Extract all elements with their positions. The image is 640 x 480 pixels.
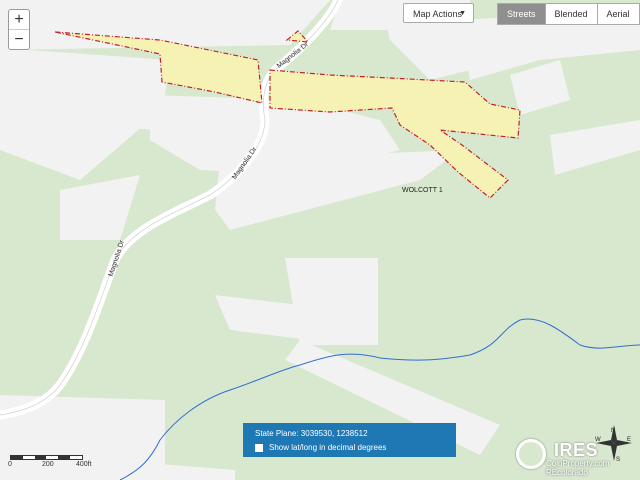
basemap-aerial-button[interactable]: Aerial xyxy=(596,4,639,24)
parcel-label: WOLCOTT 1 xyxy=(402,187,443,194)
ires-logo-icon xyxy=(516,439,546,469)
clearings xyxy=(0,0,640,480)
compass-w: W xyxy=(595,437,601,443)
map-actions-dropdown[interactable]: Map Actions ▼ xyxy=(403,3,474,23)
zoom-in-button[interactable]: + xyxy=(9,10,29,29)
scale-label: 0 xyxy=(8,461,12,468)
compass-n: N xyxy=(611,428,615,434)
compass-e: E xyxy=(627,437,631,443)
coordinates-panel: State Plane: 3039530, 1238512 Show lat/l… xyxy=(243,423,456,457)
latlong-checkbox[interactable] xyxy=(255,443,263,452)
basemap-switcher: Streets Blended Aerial xyxy=(497,3,640,25)
scale-label: 400ft xyxy=(76,461,92,468)
basemap-layer xyxy=(0,0,640,480)
latlong-toggle-label: Show lat/long in decimal degrees xyxy=(269,443,387,452)
zoom-out-button[interactable]: − xyxy=(9,29,29,49)
watermark-line2: REcolorado xyxy=(546,468,588,477)
chevron-down-icon: ▼ xyxy=(459,10,466,17)
map-canvas[interactable]: + − Map Actions ▼ Streets Blended Aerial… xyxy=(0,0,640,480)
scale-bar: 0 200 400ft xyxy=(8,455,92,471)
map-actions-label: Map Actions xyxy=(413,9,463,19)
state-plane-readout: State Plane: 3039530, 1238512 xyxy=(255,429,368,438)
compass-rose-icon: N E W S xyxy=(595,425,632,463)
basemap-blended-button[interactable]: Blended xyxy=(544,4,597,24)
zoom-control: + − xyxy=(8,9,30,50)
basemap-streets-button[interactable]: Streets xyxy=(498,4,545,24)
ires-brand: IRES xyxy=(554,440,599,460)
scale-label: 200 xyxy=(42,461,54,468)
compass-s: S xyxy=(616,457,620,463)
